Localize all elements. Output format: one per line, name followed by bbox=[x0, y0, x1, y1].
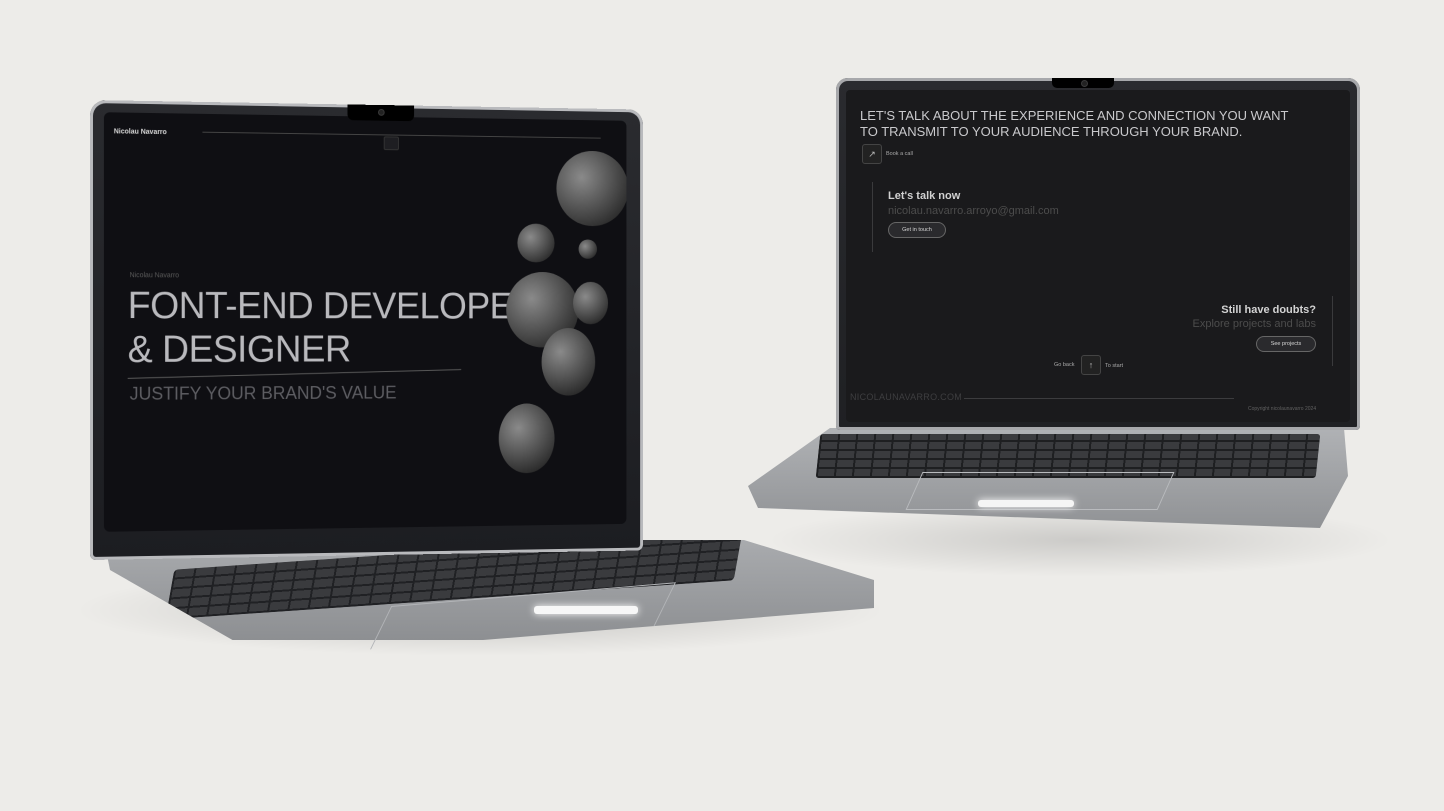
right-laptop-base bbox=[748, 428, 1360, 538]
nav-divider bbox=[202, 131, 601, 139]
hero-subtitle: JUSTIFY YOUR BRAND'S VALUE bbox=[129, 382, 397, 404]
contact-title: Let's talk now bbox=[888, 190, 961, 202]
to-start-button[interactable]: ↑ bbox=[1081, 355, 1101, 375]
sphere-decoration bbox=[498, 403, 555, 474]
sphere-decoration bbox=[541, 328, 596, 396]
sphere-decoration bbox=[573, 281, 609, 325]
book-call-button[interactable]: ↗ bbox=[862, 144, 882, 164]
hero-eyebrow: Nicolau Navarro bbox=[129, 272, 180, 280]
left-laptop-lid: Nicolau Navarro Nicolau Navarro FONT-END… bbox=[90, 100, 643, 560]
right-front-light bbox=[978, 500, 1074, 507]
doubts-title: Still have doubts? bbox=[1221, 304, 1316, 316]
hero-title: FONT-END DEVELOPER & DESIGNER bbox=[127, 285, 538, 371]
left-laptop-base bbox=[104, 540, 874, 660]
cta-heading: LET'S TALK ABOUT THE EXPERIENCE AND CONN… bbox=[860, 108, 1289, 139]
footer-line bbox=[964, 398, 1234, 399]
right-notch bbox=[1052, 78, 1114, 88]
doubts-subtitle: Explore projects and labs bbox=[1192, 318, 1316, 330]
camera-icon bbox=[378, 108, 385, 116]
menu-button[interactable] bbox=[383, 136, 399, 151]
sphere-decoration bbox=[578, 239, 598, 259]
camera-icon bbox=[1081, 80, 1088, 87]
arrow-up-icon: ↑ bbox=[1088, 360, 1094, 370]
arrow-up-right-icon: ↗ bbox=[868, 149, 876, 159]
doubts-divider bbox=[1332, 296, 1333, 366]
book-call-label: Book a call bbox=[886, 151, 913, 157]
see-projects-button[interactable]: See projects bbox=[1256, 336, 1316, 352]
left-front-light bbox=[534, 606, 638, 614]
get-in-touch-button[interactable]: Get in touch bbox=[888, 222, 946, 238]
contact-email[interactable]: nicolau.navarro.arroyo@gmail.com bbox=[888, 205, 1059, 217]
left-notch bbox=[347, 104, 415, 122]
left-screen: Nicolau Navarro Nicolau Navarro FONT-END… bbox=[103, 112, 627, 532]
sphere-decoration bbox=[556, 150, 627, 227]
contact-divider bbox=[872, 182, 873, 252]
footer-copyright: Copyright nicolaunavarro 2024 bbox=[1248, 406, 1317, 412]
right-screen: LET'S TALK ABOUT THE EXPERIENCE AND CONN… bbox=[846, 90, 1350, 422]
footer-brand: NICOLAUNAVARRO.COM bbox=[850, 392, 963, 402]
nav-brand[interactable]: Nicolau Navarro bbox=[114, 128, 167, 136]
right-laptop-lid: LET'S TALK ABOUT THE EXPERIENCE AND CONN… bbox=[836, 78, 1360, 430]
right-laptop-deck bbox=[748, 428, 1348, 528]
to-start-label: To start bbox=[1105, 363, 1124, 369]
sphere-decoration bbox=[517, 223, 555, 263]
go-back-link[interactable]: Go back bbox=[1054, 362, 1074, 368]
